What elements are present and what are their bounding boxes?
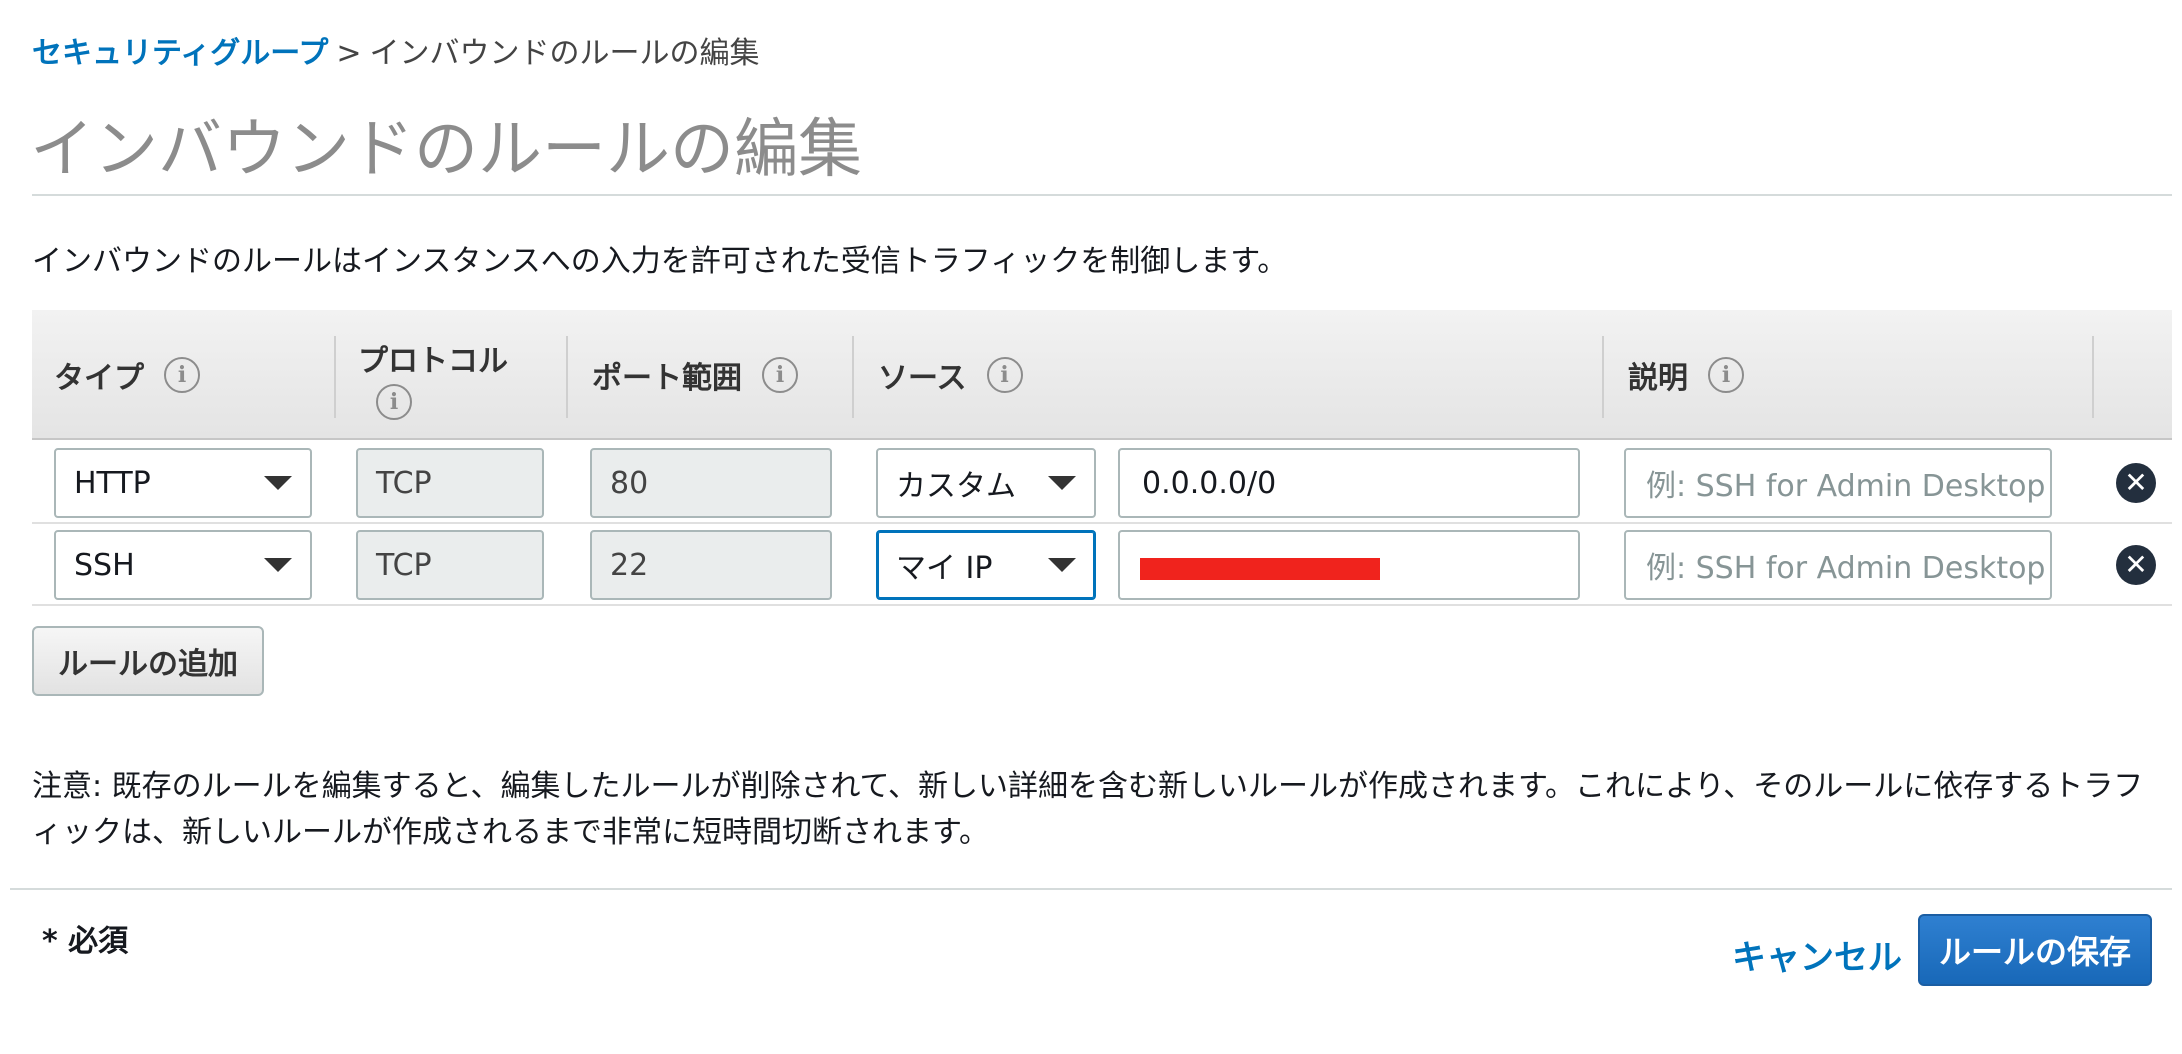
breadcrumb: セキュリティグループ > インバウンドのルールの編集 — [32, 34, 760, 74]
type-select-value: HTTP — [74, 465, 151, 501]
header-divider — [1602, 336, 1604, 418]
source-cidr-input[interactable]: 0.0.0.0/0 — [1118, 448, 1580, 518]
port-range-value: 80 — [610, 465, 649, 501]
header-port-range: ポート範囲 i — [592, 310, 798, 440]
header-divider — [334, 336, 336, 418]
info-icon[interactable]: i — [376, 384, 412, 420]
footer-divider — [10, 888, 2172, 890]
row-divider — [32, 604, 2172, 606]
remove-rule-icon[interactable]: ✕ — [2116, 463, 2156, 503]
warning-note: 注意: 既存のルールを編集すると、編集したルールが削除されて、新しい詳細を含む新… — [32, 769, 2144, 850]
type-select-value: SSH — [74, 547, 135, 583]
rules-table-header: タイプ i プロトコル i ポート範囲 i ソース i 説明 i — [32, 310, 2172, 440]
info-icon[interactable]: i — [986, 357, 1023, 393]
description-input[interactable]: 例: SSH for Admin Desktop — [1624, 530, 2052, 600]
remove-rule-icon[interactable]: ✕ — [2116, 545, 2156, 585]
edit-inbound-rules-page: セキュリティグループ > インバウンドのルールの編集 インバウンドのルールの編集 イ… — [0, 0, 2182, 1054]
header-divider — [2092, 336, 2094, 418]
breadcrumb-security-groups-link[interactable]: セキュリティグループ — [32, 36, 328, 71]
header-protocol-label: プロトコル — [358, 344, 508, 379]
redacted-ip-value — [1140, 558, 1380, 580]
header-description-label: 説明 — [1628, 361, 1688, 396]
type-select[interactable]: HTTP — [54, 448, 312, 518]
header-source-label: ソース — [878, 361, 967, 396]
port-range-input[interactable]: 80 — [590, 448, 832, 518]
source-type-value: カスタム — [896, 469, 1016, 504]
title-divider — [32, 194, 2172, 196]
info-icon[interactable]: i — [1708, 357, 1744, 393]
header-port-range-label: ポート範囲 — [592, 361, 742, 396]
description-input[interactable]: 例: SSH for Admin Desktop — [1624, 448, 2052, 518]
header-type-label: タイプ — [54, 361, 144, 396]
required-label: * 必須 — [42, 924, 129, 959]
port-range-input[interactable]: 22 — [590, 530, 832, 600]
source-type-select[interactable]: マイ IP — [876, 530, 1096, 600]
type-select[interactable]: SSH — [54, 530, 312, 600]
source-cidr-value: 0.0.0.0/0 — [1142, 465, 1277, 501]
breadcrumb-current: インバウンドのルールの編集 — [369, 36, 760, 71]
protocol-value: TCP — [376, 547, 432, 583]
chevron-down-icon — [1048, 476, 1076, 490]
header-description: 説明 i — [1628, 310, 1744, 440]
port-range-value: 22 — [610, 547, 649, 583]
source-type-value: マイ IP — [896, 551, 993, 586]
chevron-down-icon — [264, 476, 292, 490]
source-ip-input[interactable] — [1118, 530, 1580, 600]
protocol-field: TCP — [356, 448, 544, 518]
header-divider — [852, 336, 854, 418]
header-type: タイプ i — [54, 310, 200, 440]
description-placeholder: 例: SSH for Admin Desktop — [1646, 469, 2046, 504]
protocol-value: TCP — [376, 465, 432, 501]
description-placeholder: 例: SSH for Admin Desktop — [1646, 551, 2046, 586]
protocol-field: TCP — [356, 530, 544, 600]
row-divider — [32, 522, 2172, 524]
header-protocol: プロトコル i — [358, 310, 508, 440]
chevron-down-icon — [264, 558, 292, 572]
cancel-link[interactable]: キャンセル — [1732, 930, 1902, 979]
chevron-down-icon — [1048, 558, 1076, 572]
header-divider — [566, 336, 568, 418]
source-type-select[interactable]: カスタム — [876, 448, 1096, 518]
intro-text: インバウンドのルールはインスタンスへの入力を許可された受信トラフィックを制御しま… — [32, 244, 1288, 279]
breadcrumb-separator: > — [336, 36, 362, 71]
info-icon[interactable]: i — [164, 357, 200, 393]
page-title: インバウンドのルールの編集 — [30, 113, 862, 187]
header-source: ソース i — [878, 310, 1023, 440]
info-icon[interactable]: i — [762, 357, 798, 393]
save-rules-button[interactable]: ルールの保存 — [1918, 914, 2152, 986]
add-rule-button[interactable]: ルールの追加 — [32, 626, 264, 696]
